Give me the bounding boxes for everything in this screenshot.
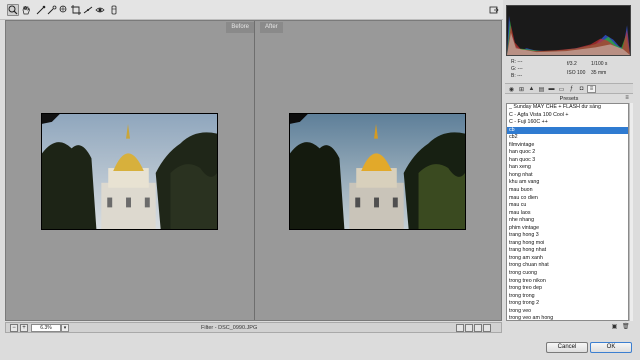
- status-bar: − + 6.3% ▾ Filter - DSC_0990.JPG: [5, 322, 502, 333]
- preset-item[interactable]: trong cuong: [507, 270, 628, 278]
- new-preset-icon[interactable]: ▣: [611, 324, 618, 331]
- preset-item[interactable]: mau buon: [507, 187, 628, 195]
- toolbar: [0, 0, 503, 20]
- copy-settings-icon[interactable]: [474, 324, 482, 332]
- after-photo: [289, 113, 466, 230]
- split-toning-icon[interactable]: ▬: [547, 85, 556, 93]
- cancel-button[interactable]: Cancel: [546, 342, 588, 353]
- histogram: [506, 5, 631, 56]
- preset-item[interactable]: trong trong: [507, 293, 628, 301]
- ok-button[interactable]: OK: [590, 342, 632, 353]
- r-label: R:: [511, 59, 516, 65]
- before-tab: Before: [226, 22, 254, 33]
- lens-corrections-icon[interactable]: ▭: [557, 85, 566, 93]
- preset-item[interactable]: phim vintage: [507, 225, 628, 233]
- preset-item[interactable]: C - Agfa Vista 100 Cool +: [507, 112, 628, 120]
- preset-item[interactable]: trang hong 3: [507, 232, 628, 240]
- preset-item[interactable]: cb: [507, 126, 628, 135]
- effects-panel-icon[interactable]: ƒ: [567, 85, 576, 93]
- shutter-value: 1/100 s: [591, 61, 608, 67]
- basic-panel-icon[interactable]: ◉: [507, 85, 516, 93]
- aperture-value: f/3.2: [567, 61, 577, 67]
- before-photo: [41, 113, 218, 230]
- spot-removal-tool-icon[interactable]: [94, 4, 106, 16]
- preset-item[interactable]: hong nhat: [507, 172, 628, 180]
- delete-preset-icon[interactable]: 🗑: [622, 324, 630, 331]
- preset-item[interactable]: _ Sunday MÂY CHE + FLASH dư sáng: [507, 104, 628, 112]
- preset-item[interactable]: mau laos: [507, 210, 628, 218]
- after-tab: After: [260, 22, 283, 33]
- preset-item[interactable]: mau co dien: [507, 195, 628, 203]
- preset-item[interactable]: mau cu: [507, 202, 628, 210]
- straighten-tool-icon[interactable]: [82, 4, 94, 16]
- info-readout: R: --- G: --- B: --- f/3.2 1/100 s ISO 10…: [506, 57, 631, 81]
- presets-panel-icon[interactable]: ≡: [587, 85, 596, 93]
- hand-tool-icon[interactable]: [20, 4, 32, 16]
- preset-item[interactable]: trong treo dep: [507, 285, 628, 293]
- detail-panel-icon[interactable]: ▲: [527, 85, 536, 93]
- adjustment-brush-icon[interactable]: [108, 4, 120, 16]
- zoom-in-button[interactable]: +: [20, 324, 28, 332]
- iso-value: ISO 100: [567, 70, 586, 76]
- preset-item[interactable]: trang hong nhat: [507, 247, 628, 255]
- preset-item[interactable]: trang hong moi: [507, 240, 628, 248]
- preset-item[interactable]: trong trong 2: [507, 300, 628, 308]
- preset-item[interactable]: trong veo: [507, 308, 628, 316]
- b-label: B:: [511, 73, 516, 79]
- toggle-settings-icon[interactable]: [483, 324, 491, 332]
- zoom-tool-icon[interactable]: [7, 4, 19, 16]
- targeted-adjustment-tool-icon[interactable]: [58, 4, 70, 16]
- zoom-dropdown-icon[interactable]: ▾: [61, 324, 69, 332]
- preset-item[interactable]: cb2: [507, 134, 628, 142]
- zoom-level[interactable]: 6.3%: [31, 324, 61, 332]
- panel-menu-icon[interactable]: ≡: [623, 95, 631, 102]
- crop-tool-icon[interactable]: [70, 4, 82, 16]
- g-value: ---: [517, 66, 523, 72]
- zoom-out-button[interactable]: −: [10, 324, 18, 332]
- hsl-panel-icon[interactable]: ▤: [537, 85, 546, 93]
- presets-list[interactable]: _ Sunday MÂY CHE + FLASH dư sáng C - Agfa…: [506, 103, 629, 321]
- preset-item[interactable]: trong chuan nhat: [507, 262, 628, 270]
- presets-header: Presets: [559, 96, 579, 102]
- before-pane: Before: [6, 21, 254, 320]
- preset-item[interactable]: C - Fuji 160C ++: [507, 119, 628, 127]
- tone-curve-icon[interactable]: ⊞: [517, 85, 526, 93]
- preview-area[interactable]: Before After: [5, 20, 502, 321]
- g-label: G:: [511, 66, 517, 72]
- open-preferences-icon[interactable]: [488, 4, 500, 16]
- focal-length-value: 35 mm: [591, 70, 607, 76]
- swap-settings-icon[interactable]: [465, 324, 473, 332]
- b-value: ---: [517, 73, 523, 79]
- color-sampler-tool-icon[interactable]: [46, 4, 58, 16]
- camera-calibration-icon[interactable]: ◘: [577, 85, 586, 93]
- preset-item[interactable]: han xeng: [507, 164, 628, 172]
- presets-footer: ▣ 🗑: [505, 322, 633, 333]
- preset-item[interactable]: filmvintage: [507, 142, 628, 150]
- r-value: ---: [517, 59, 523, 65]
- presets-scrollbar[interactable]: [629, 103, 633, 321]
- preset-item[interactable]: nhe nhang: [507, 217, 628, 225]
- preset-item[interactable]: khu am vang: [507, 179, 628, 187]
- preset-item[interactable]: trong veo am hong: [507, 315, 628, 320]
- preset-item[interactable]: han quoc 3: [507, 157, 628, 165]
- before-after-view-icon[interactable]: [456, 324, 464, 332]
- preset-item[interactable]: trong am xanh: [507, 255, 628, 263]
- after-pane: After: [255, 21, 501, 320]
- preset-item[interactable]: han quoc 2: [507, 149, 628, 157]
- filename-label: Filter - DSC_0990.JPG: [201, 325, 258, 331]
- panel-tabs: ◉ ⊞ ▲ ▤ ▬ ▭ ƒ ◘ ≡: [505, 83, 633, 94]
- preset-item[interactable]: trong treo nikon: [507, 278, 628, 286]
